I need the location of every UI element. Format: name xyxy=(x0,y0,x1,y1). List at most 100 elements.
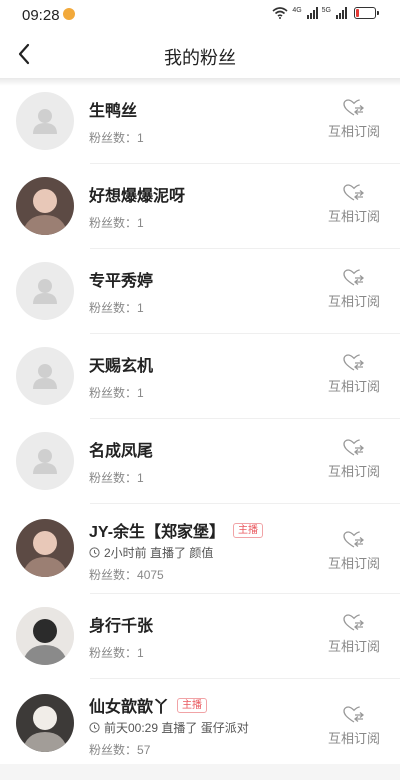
fans-count-value: 57 xyxy=(137,743,151,757)
fan-name[interactable]: 天赐玄机 xyxy=(89,352,153,376)
avatar[interactable] xyxy=(16,262,74,320)
default-avatar-icon xyxy=(33,449,57,474)
signal-icon xyxy=(306,7,318,19)
clock-icon xyxy=(89,722,100,733)
avatar[interactable] xyxy=(16,347,74,405)
fans-count: 粉丝数：1 xyxy=(89,644,144,661)
user-photo-icon xyxy=(16,177,74,235)
user-photo-icon xyxy=(16,519,74,577)
name-row: 仙女歆歆丫 主播 xyxy=(89,693,208,717)
mutual-follow-label: 互相订阅 xyxy=(327,556,380,571)
fans-count: 粉丝数：1 xyxy=(89,129,144,146)
fan-item[interactable]: 身行千张粉丝数：1 互相订阅 xyxy=(0,594,400,679)
fans-count-label: 粉丝数： xyxy=(89,743,138,757)
avatar[interactable] xyxy=(16,694,74,752)
mutual-follow-icon xyxy=(343,706,365,723)
page-title: 我的粉丝 xyxy=(164,48,236,68)
host-badge: 主播 xyxy=(177,697,208,713)
fan-name[interactable]: 生鸭丝 xyxy=(89,97,137,121)
fans-count-label: 粉丝数： xyxy=(89,471,138,485)
fans-count-label: 粉丝数： xyxy=(89,216,138,230)
mutual-follow-button[interactable]: 互相订阅 xyxy=(322,99,386,141)
avatar[interactable] xyxy=(16,519,74,577)
mutual-follow-label: 互相订阅 xyxy=(327,464,380,479)
mutual-follow-button[interactable]: 互相订阅 xyxy=(322,439,386,481)
fans-count-value: 1 xyxy=(137,131,144,145)
name-row: 名成凤尾 xyxy=(89,437,153,461)
fans-count-label: 粉丝数： xyxy=(89,386,138,400)
default-avatar-icon xyxy=(33,279,57,304)
fans-count-label: 粉丝数： xyxy=(89,568,138,582)
live-info-text: 2小时前 直播了 颜值 xyxy=(104,546,214,560)
user-photo-icon xyxy=(16,607,74,665)
avatar[interactable] xyxy=(16,607,74,665)
fan-item[interactable]: 名成凤尾粉丝数：1 互相订阅 xyxy=(0,419,400,504)
fan-name[interactable]: 仙女歆歆丫 xyxy=(89,693,169,717)
fans-count-value: 1 xyxy=(137,646,144,660)
fan-item[interactable]: 仙女歆歆丫 主播前天00:29 直播了 蛋仔派对粉丝数：57 互相订阅 xyxy=(0,679,400,769)
fans-count-value: 1 xyxy=(137,216,144,230)
mutual-follow-icon xyxy=(343,269,365,286)
name-row: 天赐玄机 xyxy=(89,352,153,376)
battery-level xyxy=(356,9,359,17)
mutual-follow-label: 互相订阅 xyxy=(327,124,380,139)
default-avatar-icon xyxy=(33,364,57,389)
battery-icon xyxy=(354,7,379,19)
fan-name[interactable]: 名成凤尾 xyxy=(89,437,153,461)
fan-name[interactable]: JY-余生【郑家堡】 xyxy=(89,518,225,542)
mutual-follow-button[interactable]: 互相订阅 xyxy=(322,706,386,748)
mutual-follow-button[interactable]: 互相订阅 xyxy=(322,184,386,226)
name-row: 身行千张 xyxy=(89,612,153,636)
status-bar: 09:28 4G 5G xyxy=(0,0,400,30)
avatar[interactable] xyxy=(16,432,74,490)
header: 我的粉丝 xyxy=(0,30,400,78)
fans-count-label: 粉丝数： xyxy=(89,301,138,315)
mutual-follow-label: 互相订阅 xyxy=(327,639,380,654)
mutual-follow-button[interactable]: 互相订阅 xyxy=(322,531,386,573)
name-row: JY-余生【郑家堡】 主播 xyxy=(89,518,264,542)
mutual-follow-label: 互相订阅 xyxy=(327,294,380,309)
fans-count: 粉丝数：1 xyxy=(89,299,144,316)
name-row: 生鸭丝 xyxy=(89,97,137,121)
fan-name[interactable]: 身行千张 xyxy=(89,612,153,636)
fan-item[interactable]: 专平秀婷粉丝数：1 互相订阅 xyxy=(0,249,400,334)
fan-item[interactable]: JY-余生【郑家堡】 主播 2小时前 直播了 颜值粉丝数：4075 互相订阅 xyxy=(0,504,400,594)
app-notification-icon xyxy=(63,8,75,20)
name-row: 好想爆爆泥呀 xyxy=(89,182,185,206)
fan-name[interactable]: 专平秀婷 xyxy=(89,267,153,291)
avatar[interactable] xyxy=(16,177,74,235)
mutual-follow-button[interactable]: 互相订阅 xyxy=(322,269,386,311)
fans-list: 生鸭丝 粉丝数：1 互相订阅 好想爆爆泥呀 粉丝数：1 互相订阅 专平秀婷 粉丝数：1 互相订阅… xyxy=(0,79,400,769)
fan-item[interactable]: 天赐玄机粉丝数：1 互相订阅 xyxy=(0,334,400,419)
status-time: 09:28 xyxy=(22,7,60,24)
mutual-follow-button[interactable]: 互相订阅 xyxy=(322,614,386,656)
bottom-strip xyxy=(0,764,400,780)
fans-count-label: 粉丝数： xyxy=(89,131,138,145)
fans-count: 粉丝数：1 xyxy=(89,469,144,486)
fans-count-value: 1 xyxy=(137,301,144,315)
signal-icon-2 xyxy=(336,7,347,19)
mutual-follow-button[interactable]: 互相订阅 xyxy=(322,354,386,396)
fan-name[interactable]: 好想爆爆泥呀 xyxy=(89,182,185,206)
name-row: 专平秀婷 xyxy=(89,267,153,291)
default-avatar-icon xyxy=(33,109,57,134)
fans-count-value: 1 xyxy=(137,471,144,485)
fan-item[interactable]: 好想爆爆泥呀粉丝数：1 互相订阅 xyxy=(0,164,400,249)
mutual-follow-icon xyxy=(343,99,365,116)
user-photo-icon xyxy=(16,694,74,752)
mutual-follow-icon xyxy=(343,614,365,631)
fans-count: 粉丝数：57 xyxy=(89,741,150,758)
live-info-text: 前天00:29 直播了 蛋仔派对 xyxy=(104,721,249,735)
fans-count-value: 4075 xyxy=(137,568,164,582)
fan-item[interactable]: 生鸭丝粉丝数：1 互相订阅 xyxy=(0,79,400,164)
mutual-follow-icon xyxy=(343,184,365,201)
avatar[interactable] xyxy=(16,92,74,150)
status-indicators: 4G 5G xyxy=(272,7,379,19)
host-badge: 主播 xyxy=(233,522,264,538)
fans-count-value: 1 xyxy=(137,386,144,400)
live-info: 前天00:29 直播了 蛋仔派对 xyxy=(89,719,249,736)
mutual-follow-label: 互相订阅 xyxy=(327,731,380,746)
fans-count: 粉丝数：4075 xyxy=(89,566,164,583)
network-type-label: 4G xyxy=(292,7,302,14)
mutual-follow-label: 互相订阅 xyxy=(327,209,380,224)
